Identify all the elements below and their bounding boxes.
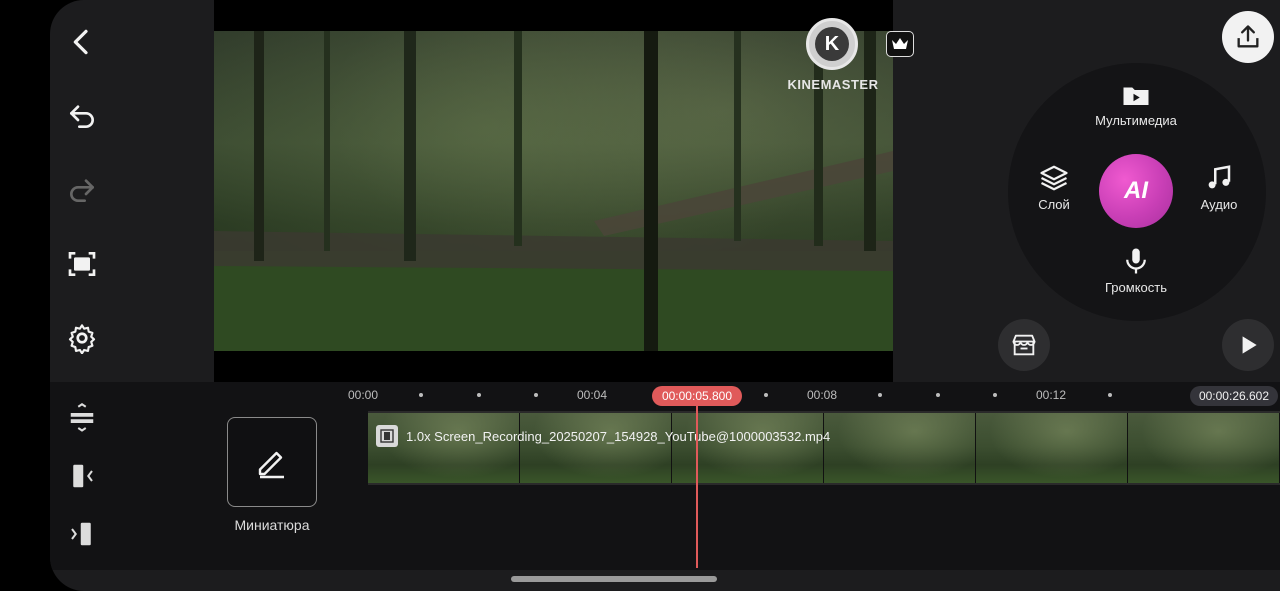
- layer-button[interactable]: Слой: [1030, 163, 1078, 212]
- trim-end-icon: [71, 522, 91, 546]
- ruler-label: 00:12: [1036, 388, 1067, 402]
- track-height-icon: [70, 403, 94, 432]
- media-button[interactable]: Мультимедиа: [1088, 80, 1184, 128]
- share-icon: [1237, 25, 1259, 48]
- screen: K KINEMASTER Мультимедиа Слой AI Аудио Г…: [0, 0, 1280, 591]
- fullscreen-icon: [68, 252, 96, 276]
- settings-button[interactable]: [64, 320, 100, 356]
- home-indicator[interactable]: [511, 576, 717, 582]
- trim-start-icon: [73, 464, 93, 488]
- trim-right-button[interactable]: [64, 516, 100, 552]
- watermark-text: KINEMASTER: [787, 77, 879, 92]
- crown-icon: [892, 38, 908, 49]
- clip-frame: [1128, 413, 1280, 483]
- clip-frame: [672, 413, 824, 483]
- pencil-icon: [258, 451, 284, 479]
- layers-icon: [1040, 165, 1068, 191]
- ruler-tick: [419, 393, 423, 397]
- fullscreen-button[interactable]: [64, 246, 100, 282]
- gear-icon: [68, 324, 96, 354]
- volume-button[interactable]: Громкость: [1094, 246, 1178, 295]
- premium-button[interactable]: [886, 31, 914, 57]
- ruler-tick: [1108, 393, 1112, 397]
- clip-name: 1.0x Screen_Recording_20250207_154928_Yo…: [406, 428, 831, 444]
- ruler-tick: [764, 393, 768, 397]
- clip-frame: [824, 413, 976, 483]
- play-button[interactable]: [1222, 319, 1274, 371]
- trim-left-button[interactable]: [64, 458, 100, 494]
- ruler-tick: [993, 393, 997, 397]
- music-note-icon: [1208, 165, 1231, 189]
- playhead[interactable]: [696, 403, 698, 568]
- clip-title: 1.0x Screen_Recording_20250207_154928_Yo…: [376, 425, 830, 447]
- thumbnail-label: Миниатюра: [234, 517, 310, 533]
- microphone-icon: [1126, 248, 1146, 274]
- left-toolbar: [50, 0, 214, 382]
- ruler-tick: [878, 393, 882, 397]
- asset-store-button[interactable]: [998, 319, 1050, 371]
- ruler-label: 00:04: [577, 388, 608, 402]
- clip-frame: [520, 413, 672, 483]
- layer-label: Слой: [1038, 197, 1070, 212]
- film-icon: [376, 425, 398, 447]
- audio-button[interactable]: Аудио: [1192, 163, 1246, 212]
- clip-frame: [368, 413, 520, 483]
- back-button[interactable]: [64, 24, 100, 60]
- ai-button[interactable]: AI: [1099, 154, 1173, 228]
- undo-icon: [70, 105, 94, 128]
- ruler-label: 00:08: [807, 388, 838, 402]
- audio-label: Аудио: [1200, 197, 1238, 212]
- video-preview[interactable]: [214, 0, 893, 382]
- media-folder-icon: [1123, 87, 1149, 105]
- video-clip[interactable]: 1.0x Screen_Recording_20250207_154928_Yo…: [368, 411, 1280, 485]
- clip-frame: [976, 413, 1128, 483]
- editor-app: K KINEMASTER Мультимедиа Слой AI Аудио Г…: [50, 0, 1280, 591]
- chevron-left-icon: [73, 29, 88, 55]
- volume-label: Громкость: [1105, 280, 1167, 295]
- project-duration: 00:00:26.602: [1190, 386, 1278, 406]
- redo-button[interactable]: [64, 172, 100, 208]
- ruler-tick: [477, 393, 481, 397]
- play-icon: [1242, 336, 1257, 354]
- kinemaster-logo: K: [806, 18, 858, 70]
- store-icon: [1012, 334, 1036, 356]
- media-label: Мультимедиа: [1095, 113, 1177, 128]
- playhead-time: 00:00:05.800: [652, 386, 742, 406]
- ruler-tick: [936, 393, 940, 397]
- redo-icon: [70, 179, 94, 202]
- track-expand-button[interactable]: [64, 400, 100, 436]
- undo-button[interactable]: [64, 98, 100, 134]
- ruler-label: 00:00: [348, 388, 379, 402]
- thumbnail-button[interactable]: [227, 417, 317, 507]
- ruler-tick: [534, 393, 538, 397]
- ai-label: AI: [1124, 177, 1148, 204]
- export-button[interactable]: [1222, 11, 1274, 63]
